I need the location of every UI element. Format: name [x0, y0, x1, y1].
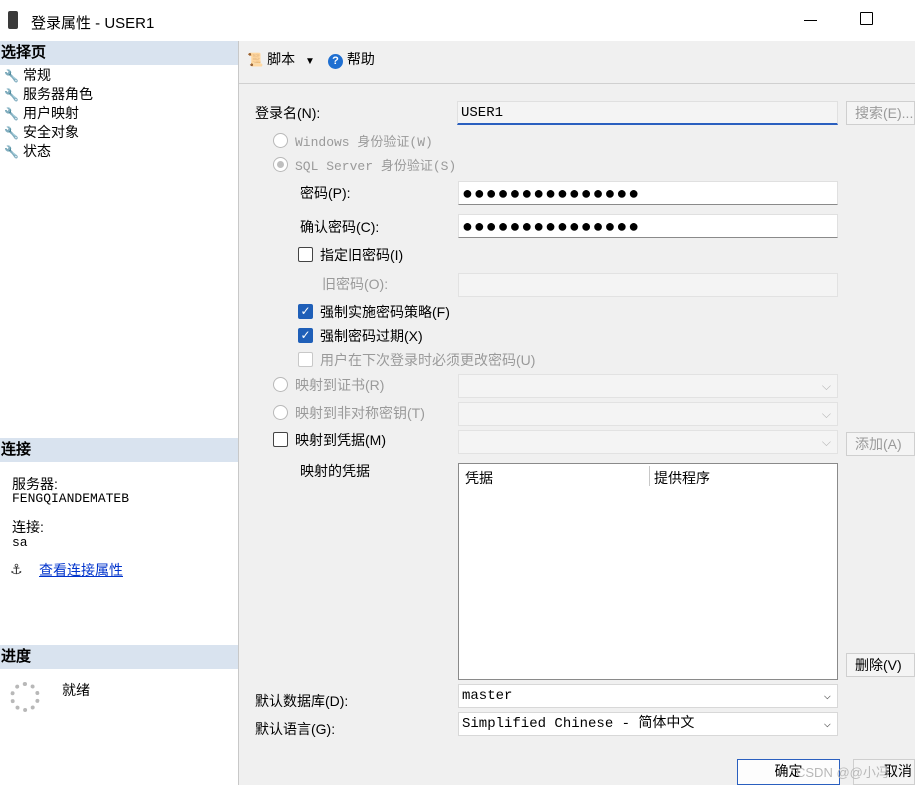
script-label: 脚本	[267, 51, 296, 67]
enforce-policy-checkbox[interactable]: ✓	[298, 304, 313, 319]
progress-status: 就绪	[62, 682, 90, 698]
page-item-status[interactable]: 🔧 状态	[4, 142, 51, 161]
page-item-label: 常规	[23, 67, 51, 83]
script-icon: 📜	[247, 52, 264, 67]
must-change-label: 用户在下次登录时必须更改密码(U)	[320, 352, 536, 368]
chevron-down-icon: ▼	[304, 56, 315, 67]
page-item-label: 用户映射	[23, 105, 79, 121]
enforce-expiration-checkbox[interactable]: ✓	[298, 328, 313, 343]
progress-header: 进度	[0, 645, 238, 669]
script-button[interactable]: 📜 脚本 ▼	[247, 49, 315, 69]
wrench-icon: 🔧	[4, 107, 19, 121]
default-db-value: master	[462, 688, 513, 704]
asym-key-combo[interactable]: ⌵	[458, 402, 838, 426]
old-password-label: 旧密码(O):	[322, 276, 389, 292]
map-credential-label: 映射到凭据(M)	[295, 432, 386, 448]
old-password-input[interactable]	[458, 273, 838, 297]
windows-auth-radio[interactable]	[273, 133, 288, 148]
default-db-label: 默认数据库(D):	[255, 693, 349, 709]
page-item-label: 安全对象	[23, 124, 79, 140]
maximize-button[interactable]	[860, 12, 873, 25]
connection-value: sa	[12, 535, 28, 550]
password-label: 密码(P):	[300, 185, 351, 201]
credentials-grid[interactable]: 凭据 提供程序	[458, 463, 838, 680]
credential-combo[interactable]: ⌵	[458, 430, 838, 454]
grid-column-provider[interactable]: 提供程序	[654, 468, 710, 488]
map-asym-key-label: 映射到非对称密钥(T)	[295, 405, 425, 421]
progress-spinner-icon	[10, 682, 40, 712]
remove-button[interactable]: 删除(V)	[846, 653, 915, 677]
map-cert-radio[interactable]	[273, 377, 288, 392]
page-item-label: 服务器角色	[23, 86, 93, 102]
help-icon: ?	[328, 54, 343, 69]
mapped-credentials-label: 映射的凭据	[300, 463, 370, 479]
default-lang-combo[interactable]: Simplified Chinese - 简体中文 ⌵	[458, 712, 838, 736]
title-bar: 登录属性 - USER1	[0, 0, 915, 41]
map-cert-label: 映射到证书(R)	[295, 377, 385, 393]
page-item-securables[interactable]: 🔧 安全对象	[4, 123, 79, 142]
default-lang-label: 默认语言(G):	[255, 721, 336, 737]
toolbar: 📜 脚本 ▼ ? 帮助	[239, 41, 915, 84]
wrench-icon: 🔧	[4, 69, 19, 83]
server-value: FENGQIANDEMATEB	[12, 491, 130, 506]
app-icon	[8, 11, 18, 29]
password-input[interactable]: ●●●●●●●●●●●●●●●	[458, 181, 838, 205]
confirm-password-input[interactable]: ●●●●●●●●●●●●●●●	[458, 214, 838, 238]
sql-auth-radio[interactable]	[273, 157, 288, 172]
confirm-password-label: 确认密码(C):	[300, 219, 380, 235]
default-db-combo[interactable]: master ⌵	[458, 684, 838, 708]
column-separator	[649, 466, 650, 486]
cert-combo[interactable]: ⌵	[458, 374, 838, 398]
help-label: 帮助	[346, 51, 375, 67]
windows-auth-label: Windows 身份验证(W)	[295, 135, 433, 150]
connection-label: 连接:	[12, 519, 44, 535]
minimize-button[interactable]	[800, 6, 822, 32]
wrench-icon: 🔧	[4, 126, 19, 140]
select-page-header: 选择页	[0, 41, 238, 65]
add-button[interactable]: 添加(A)	[846, 432, 915, 456]
page-item-server-roles[interactable]: 🔧 服务器角色	[4, 85, 93, 104]
login-name-label: 登录名(N):	[255, 105, 321, 121]
window-title: 登录属性 - USER1	[31, 15, 155, 32]
chevron-down-icon: ⌵	[823, 717, 831, 731]
watermark: CSDN @@小冯	[796, 765, 889, 780]
chevron-down-icon: ⌵	[821, 407, 831, 421]
grid-column-credential[interactable]: 凭据	[465, 468, 493, 488]
wrench-icon: 🔧	[4, 88, 19, 102]
default-lang-value: Simplified Chinese - 简体中文	[462, 716, 695, 732]
chevron-down-icon: ⌵	[821, 379, 831, 393]
chevron-down-icon: ⌵	[823, 689, 831, 703]
specify-old-password-label: 指定旧密码(I)	[320, 247, 404, 263]
enforce-expiration-label: 强制密码过期(X)	[320, 328, 423, 344]
page-item-label: 状态	[23, 143, 51, 159]
connection-properties-icon: ⚓	[10, 561, 23, 577]
left-panel: 选择页 🔧 常规 🔧 服务器角色 🔧 用户映射 🔧 安全对象 🔧 状态 连接 服务器: F…	[0, 41, 239, 785]
enforce-policy-label: 强制实施密码策略(F)	[320, 304, 450, 320]
map-asym-key-radio[interactable]	[273, 405, 288, 420]
search-button[interactable]: 搜索(E)...	[846, 101, 915, 125]
chevron-down-icon: ⌵	[821, 435, 831, 449]
login-name-input[interactable]: USER1	[457, 101, 838, 125]
sql-auth-label: SQL Server 身份验证(S)	[295, 159, 457, 174]
map-credential-checkbox[interactable]	[273, 432, 288, 447]
page-item-general[interactable]: 🔧 常规	[4, 66, 51, 85]
wrench-icon: 🔧	[4, 145, 19, 159]
page-item-user-mapping[interactable]: 🔧 用户映射	[4, 104, 79, 123]
help-button[interactable]: ? 帮助	[328, 49, 375, 69]
must-change-checkbox[interactable]	[298, 352, 313, 367]
specify-old-password-checkbox[interactable]	[298, 247, 313, 262]
view-connection-properties-link[interactable]: 查看连接属性	[39, 560, 123, 580]
connection-header: 连接	[0, 438, 238, 462]
